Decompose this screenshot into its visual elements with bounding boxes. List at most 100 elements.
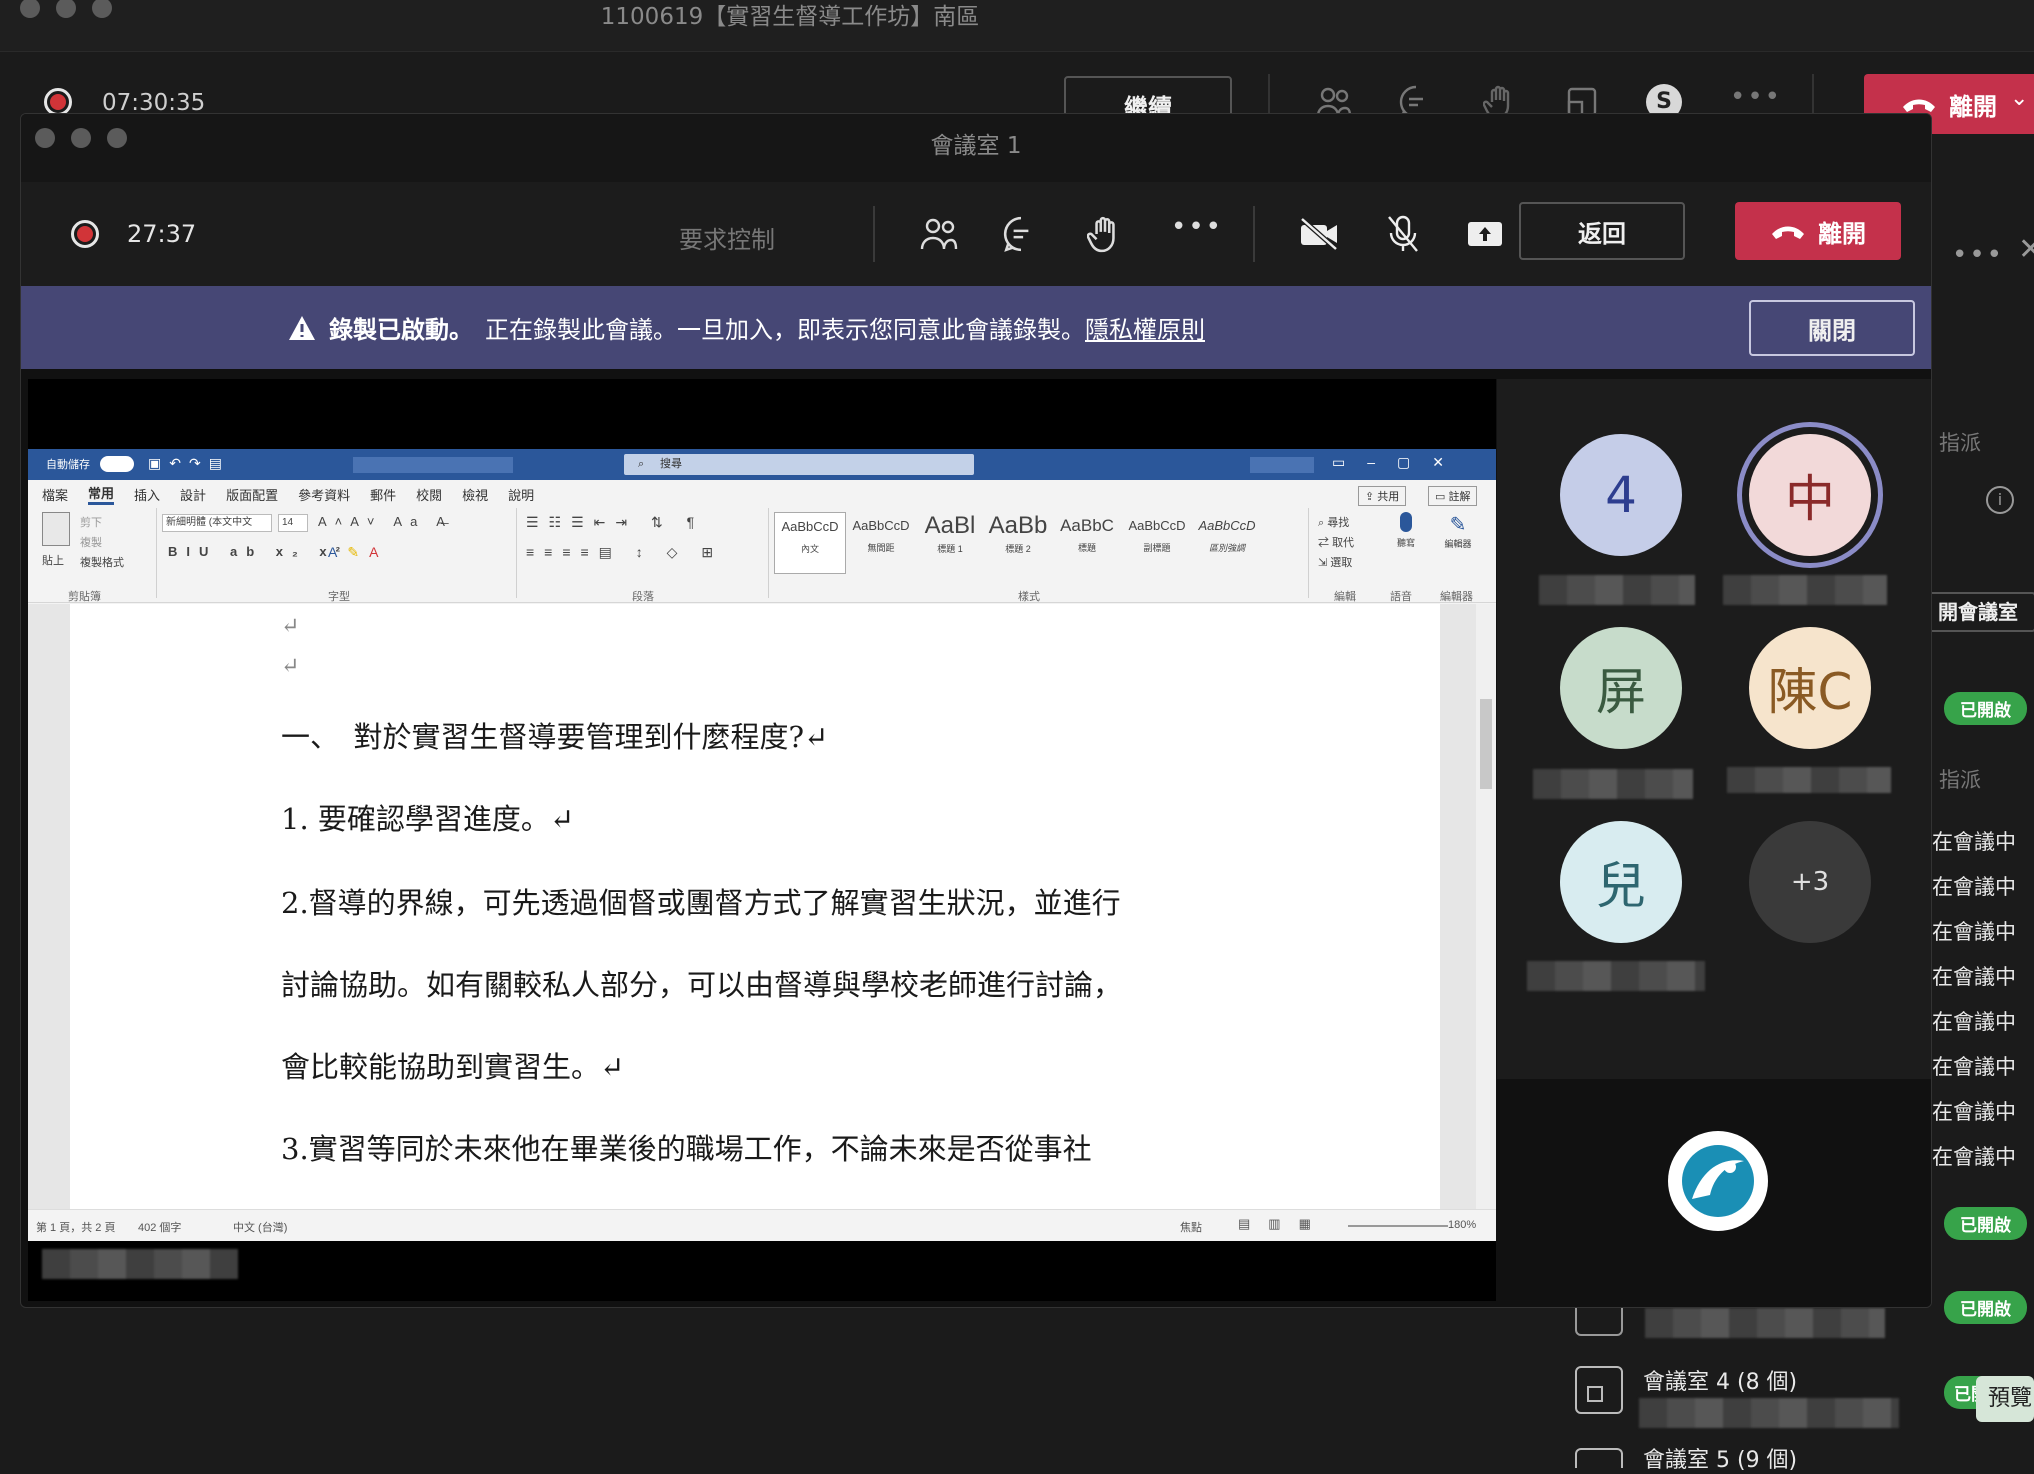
recording-icon bbox=[71, 220, 99, 248]
tab-view[interactable]: 檢視 bbox=[462, 485, 488, 504]
comment-button[interactable]: ▭ 註解 bbox=[1428, 486, 1478, 506]
participant-avatar[interactable]: 4 bbox=[1560, 434, 1682, 556]
camera-off-icon[interactable] bbox=[1297, 214, 1341, 254]
participant-avatar[interactable]: 陳C bbox=[1749, 627, 1871, 749]
opened-badge: 已開啟 bbox=[1944, 692, 2027, 725]
room-icon bbox=[1575, 1366, 1623, 1414]
style-no-spacing[interactable]: AaBbCcD 無間距 bbox=[846, 512, 916, 574]
style-subtle-emphasis[interactable]: AaBbCcD 區別強調 bbox=[1192, 512, 1262, 574]
autosave-toggle[interactable] bbox=[100, 456, 134, 472]
tab-mailings[interactable]: 郵件 bbox=[370, 485, 396, 504]
open-rooms-button[interactable]: 開會議室 bbox=[1928, 592, 2034, 632]
word-title-bar: 自動儲存 ▣↶↷▤ ⌕ 搜尋 ▭–▢✕ bbox=[28, 449, 1496, 480]
select-button[interactable]: ⇲ 選取 bbox=[1318, 554, 1352, 570]
word-ribbon: 貼上 剪下 複製 複製格式 剪貼簿 新細明體 (本文中文 14 A˄A˅ Aa … bbox=[28, 508, 1496, 603]
room-list: 會議室 4 (8 個) 會議室 5 (9 個) bbox=[1535, 1296, 1935, 1473]
more-options-icon[interactable]: ••• bbox=[1171, 212, 1223, 242]
document-scrollbar[interactable] bbox=[1476, 604, 1496, 1209]
presenter-name-blur bbox=[42, 1249, 238, 1279]
recording-banner: 錄製已啟動。 正在錄製此會議。一旦加入，即表示您同意此會議錄製。 隱私權原則 關閉 bbox=[21, 286, 1931, 369]
participants-icon[interactable] bbox=[917, 214, 961, 254]
doc-paragraph-1: 1. 要確認學習進度。↵ bbox=[281, 802, 575, 836]
style-heading-1[interactable]: AaBl 標題 1 bbox=[916, 512, 984, 574]
style-title[interactable]: AaBbC 標題 bbox=[1052, 512, 1122, 574]
reactions-icon[interactable] bbox=[1085, 214, 1125, 254]
style-subtitle[interactable]: AaBbCcD 副標題 bbox=[1122, 512, 1192, 574]
share-screen-icon[interactable] bbox=[1465, 212, 1505, 256]
preview-button[interactable]: 預覽 bbox=[1976, 1376, 2034, 1422]
participant-avatar[interactable]: 兒 bbox=[1560, 821, 1682, 943]
participant-avatar[interactable]: 屏 bbox=[1560, 627, 1682, 749]
back-button[interactable]: 返回 bbox=[1519, 202, 1685, 260]
copy-button[interactable]: 複製 bbox=[80, 534, 102, 550]
align-buttons[interactable]: ≡≡≡≡▤ ↕ ◇ ⊞ bbox=[526, 544, 723, 561]
mic-off-icon[interactable] bbox=[1383, 212, 1423, 256]
in-meeting-status: 在會議中 bbox=[1932, 1055, 2016, 1079]
request-control-button[interactable]: 要求控制 bbox=[679, 220, 775, 255]
tab-design[interactable]: 設計 bbox=[180, 485, 206, 504]
dictate-button[interactable]: 聽寫 bbox=[1386, 512, 1426, 549]
tab-insert[interactable]: 插入 bbox=[134, 485, 160, 504]
close-panel-icon[interactable]: ✕ bbox=[2018, 232, 2034, 267]
info-icon[interactable]: i bbox=[1986, 486, 2014, 514]
organization-logo-icon bbox=[1668, 1131, 1768, 1231]
tab-file[interactable]: 檔案 bbox=[42, 485, 68, 504]
sidebar-more-icon[interactable]: ••• bbox=[1952, 240, 2004, 270]
search-icon: ⌕ bbox=[638, 458, 645, 470]
opened-badge: 已開啟 bbox=[1944, 1207, 2027, 1240]
doc-paragraph-2a: 2.督導的界線，可先透過個督或團督方式了解實習生狀況，並進行 bbox=[281, 886, 1121, 920]
paste-button[interactable]: 貼上 bbox=[42, 552, 64, 568]
tab-home[interactable]: 常用 bbox=[88, 483, 115, 505]
recording-headline: 錄製已啟動。 bbox=[329, 316, 473, 344]
style-heading-2[interactable]: AaBb 標題 2 bbox=[984, 512, 1052, 574]
tab-review[interactable]: 校閱 bbox=[416, 485, 442, 504]
chevron-down-icon[interactable]: ⌄ bbox=[2010, 86, 2028, 111]
tab-references[interactable]: 參考資料 bbox=[298, 485, 350, 504]
chat-icon[interactable] bbox=[1001, 214, 1041, 254]
more-options-icon[interactable]: ••• bbox=[1730, 82, 1782, 112]
replace-button[interactable]: ⇄ 取代 bbox=[1318, 534, 1354, 550]
room-5-label[interactable]: 會議室 5 (9 個) bbox=[1643, 1442, 1797, 1474]
format-painter-button[interactable]: 複製格式 bbox=[80, 554, 124, 570]
participant-avatar[interactable]: 中 bbox=[1749, 434, 1871, 556]
privacy-policy-link[interactable]: 隱私權原則 bbox=[1085, 310, 1205, 345]
leave-room-button[interactable]: 離開 bbox=[1735, 202, 1901, 260]
breakout-sidebar: ••• ✕ 指派 i 開會議室 已開啟 指派 在會議中 在會議中 在會議中 在會… bbox=[1928, 152, 2034, 1460]
clipboard-group-label: 剪貼簿 bbox=[68, 591, 101, 603]
more-participants-button[interactable]: +3 bbox=[1749, 821, 1871, 943]
zoom-level[interactable]: 180% bbox=[1448, 1219, 1476, 1231]
font-color-buttons[interactable]: A✎A bbox=[328, 544, 388, 561]
cut-button[interactable]: 剪下 bbox=[80, 514, 102, 530]
word-window-controls[interactable]: ▭–▢✕ bbox=[1332, 454, 1466, 471]
font-size-controls[interactable]: A˄A˅ Aa A̶ bbox=[318, 514, 453, 529]
font-size-select[interactable]: 14 bbox=[278, 514, 308, 532]
find-button[interactable]: ⌕ 尋找 bbox=[1318, 514, 1349, 530]
font-format-buttons[interactable]: BIU ab x₂ x² bbox=[168, 544, 349, 559]
quick-access-icon[interactable]: ▣↶↷▤ bbox=[148, 455, 230, 472]
close-banner-button[interactable]: 關閉 bbox=[1749, 300, 1915, 356]
doc-paragraph-3: 3.實習等同於未來他在畢業後的職場工作，不論未來是否從事社 bbox=[281, 1132, 1092, 1166]
font-group-label: 字型 bbox=[328, 591, 350, 603]
in-meeting-status: 在會議中 bbox=[1932, 875, 2016, 899]
styles-gallery[interactable]: AaBbCcD 內文 AaBbCcD 無間距 AaBl 標題 1 AaBb 標題 2 A… bbox=[774, 512, 1294, 574]
breakout-room-window: 會議室 1 27:37 要求控制 ••• 返回 離開 錄製已啟動。 正在錄製此會… bbox=[20, 113, 1932, 1308]
view-mode-buttons[interactable]: ▤▥▦ bbox=[1238, 1216, 1329, 1232]
tab-layout[interactable]: 版面配置 bbox=[226, 485, 278, 504]
word-ribbon-tabs: 檔案 常用 插入 設計 版面配置 參考資料 郵件 校閱 檢視 說明 ⇪ 共用 ▭… bbox=[28, 480, 1496, 508]
document-page[interactable]: ↵ ↵ 一、 對於實習生督導要管理到什麼程度?↵ 1. 要確認學習進度。↵ 2.… bbox=[70, 604, 1440, 1209]
list-buttons[interactable]: ☰☷☰⇤⇥ ⇅ ¶ bbox=[526, 514, 704, 531]
share-button[interactable]: ⇪ 共用 bbox=[1358, 486, 1407, 506]
room-4-label[interactable]: 會議室 4 (8 個) bbox=[1643, 1364, 1797, 1396]
assign-label-2: 指派 bbox=[1939, 768, 1981, 792]
tab-help[interactable]: 說明 bbox=[508, 485, 534, 504]
paste-icon[interactable] bbox=[42, 512, 70, 546]
zoom-slider[interactable] bbox=[1348, 1225, 1448, 1227]
font-name-select[interactable]: 新細明體 (本文中文 bbox=[162, 514, 272, 532]
search-box[interactable]: ⌕ 搜尋 bbox=[624, 454, 974, 475]
style-normal[interactable]: AaBbCcD 內文 bbox=[774, 512, 846, 574]
styles-group-label: 樣式 bbox=[1018, 591, 1040, 603]
focus-mode-button[interactable]: 焦點 bbox=[1180, 1219, 1202, 1235]
doc-paragraph-2c: 會比較能協助到實習生。↵ bbox=[281, 1050, 625, 1084]
room-timer: 27:37 bbox=[127, 220, 197, 248]
editor-button[interactable]: ✎ 編輯器 bbox=[1434, 512, 1482, 550]
